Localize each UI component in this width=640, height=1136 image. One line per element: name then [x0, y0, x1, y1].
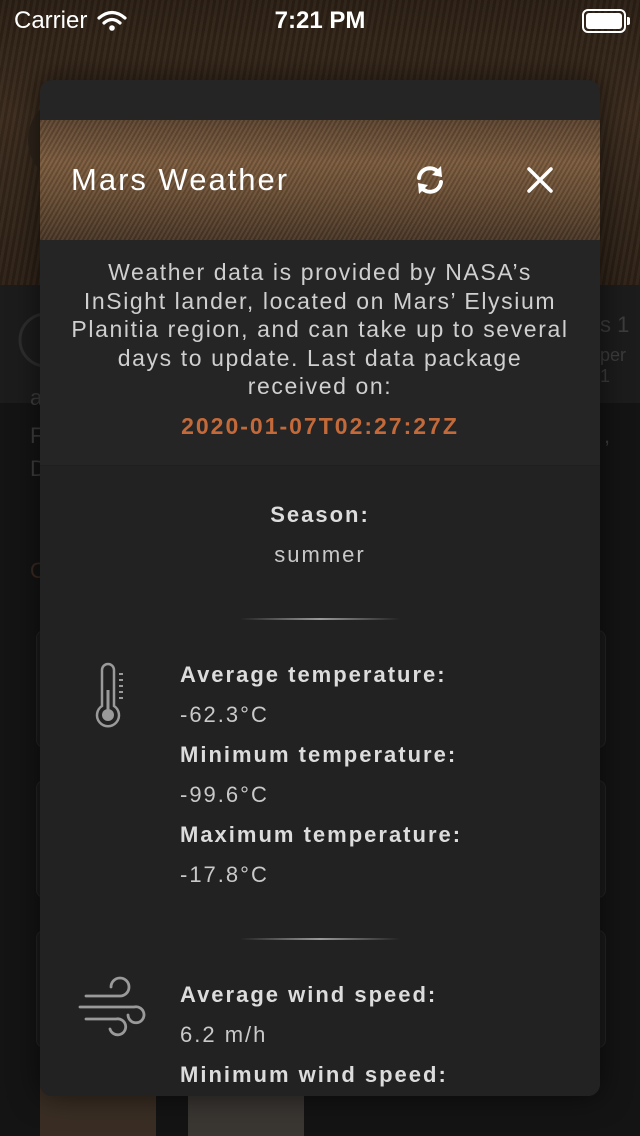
close-button[interactable] — [520, 160, 560, 200]
wind-icon — [78, 976, 146, 1037]
close-icon — [527, 167, 553, 193]
status-time: 7:21 PM — [274, 7, 366, 34]
status-bar: Carrier 7:21 PM — [0, 0, 640, 40]
season-label: Season: — [270, 502, 370, 527]
min-temp-value: -99.6°C — [180, 782, 269, 807]
avg-temp-value: -62.3°C — [180, 702, 269, 727]
refresh-icon — [417, 166, 443, 194]
season-value: summer — [274, 542, 366, 567]
background-text: , — [604, 423, 611, 448]
max-temp-label: Maximum temperature: — [180, 822, 463, 847]
background-text: per 1 — [600, 345, 627, 386]
thermometer-icon — [95, 662, 123, 728]
avg-temp-label: Average temperature: — [180, 662, 447, 687]
avg-wind-value: 6.2 m/h — [180, 1022, 268, 1047]
background-text: s 1 — [600, 312, 630, 337]
avg-wind-label: Average wind speed: — [180, 982, 438, 1007]
divider — [240, 618, 400, 620]
modal-top-cap — [40, 80, 600, 120]
info-section: Weather data is provided by NASA’s InSig… — [40, 240, 600, 466]
battery-icon — [582, 9, 630, 33]
min-temp-label: Minimum temperature: — [180, 742, 458, 767]
last-update-date: 2020-01-07T02:27:27Z — [181, 412, 459, 439]
refresh-button[interactable] — [410, 160, 450, 200]
modal-title: Mars Weather — [71, 162, 290, 197]
max-temp-value: -17.8°C — [180, 862, 269, 887]
divider — [240, 938, 400, 940]
info-description: Weather data is provided by NASA’s InSig… — [71, 259, 569, 399]
min-wind-label: Minimum wind speed: — [180, 1062, 448, 1087]
weather-modal: Mars Weather Weather data is provided by… — [40, 80, 600, 1096]
modal-header: Mars Weather — [40, 120, 600, 240]
weather-data: Season: summer Average temperature: -62.… — [40, 466, 600, 1096]
